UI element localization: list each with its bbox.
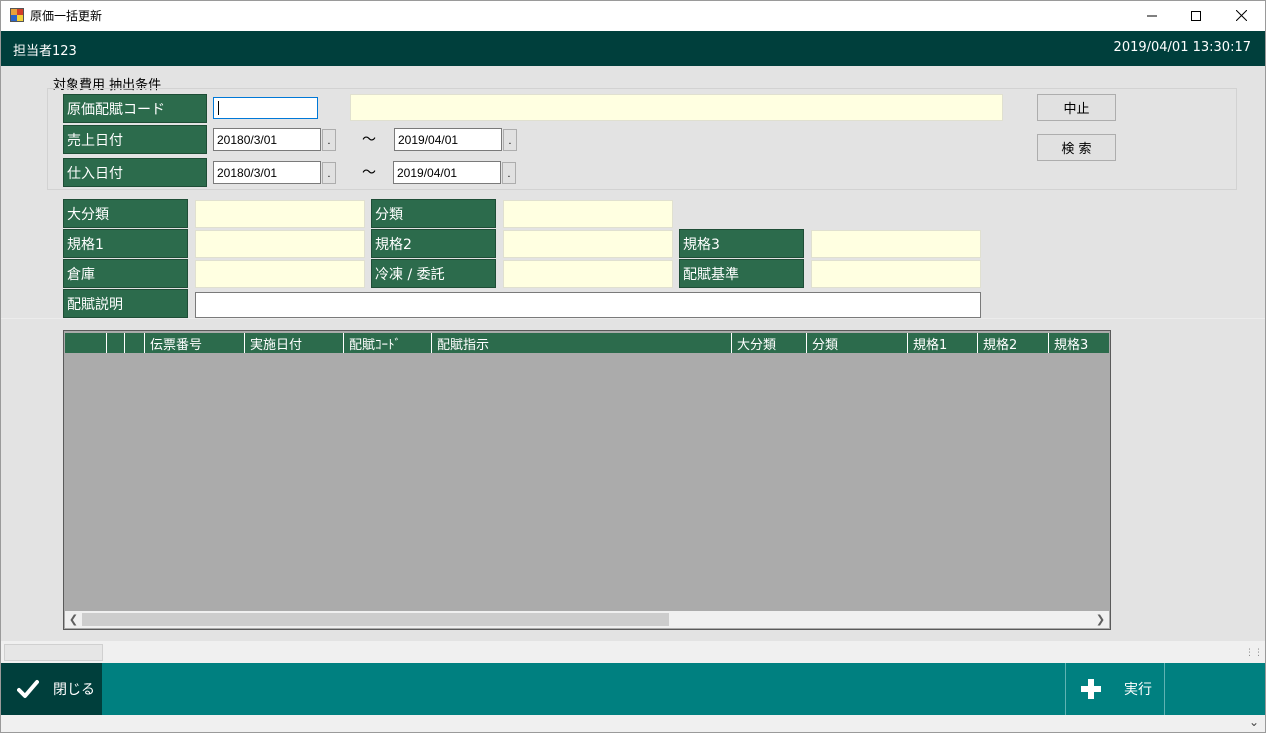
- resize-grip-icon[interactable]: ⋮⋮: [1245, 648, 1263, 658]
- column-header[interactable]: 規格1: [907, 333, 977, 353]
- major-category-label: 大分類: [63, 199, 188, 228]
- sales-date-to-input[interactable]: 2019/04/01: [394, 128, 502, 151]
- column-header[interactable]: [106, 333, 124, 353]
- column-header[interactable]: 分類: [806, 333, 907, 353]
- allocation-description-label: 配賦説明: [63, 289, 188, 318]
- column-header[interactable]: 配賦ｺｰﾄﾞ: [343, 333, 431, 353]
- check-icon: [17, 680, 39, 698]
- column-header[interactable]: 伝票番号: [144, 333, 244, 353]
- column-header[interactable]: [65, 333, 106, 353]
- purchase-date-to-picker-button[interactable]: .: [502, 162, 516, 184]
- purchase-date-to-input[interactable]: 2019/04/01: [393, 161, 501, 184]
- warehouse-label: 倉庫: [63, 259, 188, 288]
- column-header[interactable]: 配賦指示: [431, 333, 731, 353]
- frozen-consign-field[interactable]: [503, 260, 673, 288]
- major-category-field[interactable]: [195, 200, 365, 228]
- spec2-label: 規格2: [371, 229, 496, 258]
- purchase-date-from-input[interactable]: 20180/3/01: [213, 161, 321, 184]
- scroll-left-icon[interactable]: ❮: [65, 611, 82, 628]
- allocation-basis-label: 配賦基準: [679, 259, 804, 288]
- column-header[interactable]: 規格2: [977, 333, 1048, 353]
- cost-code-label: 原価配賦コード: [63, 94, 207, 123]
- maximize-button[interactable]: [1173, 0, 1219, 31]
- purchase-date-from-picker-button[interactable]: .: [322, 162, 336, 184]
- spec2-field[interactable]: [503, 230, 673, 258]
- allocation-basis-field[interactable]: [811, 260, 981, 288]
- minimize-icon: [1147, 15, 1157, 16]
- close-window-button[interactable]: [1218, 0, 1264, 31]
- text-cursor: [218, 101, 219, 115]
- column-header[interactable]: [124, 333, 144, 353]
- scroll-thumb[interactable]: [82, 613, 669, 626]
- spec1-field[interactable]: [195, 230, 365, 258]
- chevron-down-icon[interactable]: ⌄: [1249, 715, 1259, 729]
- separator: [1, 318, 1265, 319]
- close-button-label: 閉じる: [53, 682, 95, 698]
- category-field[interactable]: [503, 200, 673, 228]
- close-icon: [1235, 10, 1247, 21]
- allocation-description-input[interactable]: [195, 292, 981, 318]
- app-icon: [10, 8, 24, 22]
- datetime: 2019/04/01 13:30:17: [1113, 40, 1251, 55]
- spec3-label: 規格3: [679, 229, 804, 258]
- bottom-bar: ⌄: [1, 715, 1265, 732]
- minimize-button[interactable]: [1129, 0, 1175, 31]
- cancel-button[interactable]: 中止: [1037, 94, 1116, 121]
- status-strip: ⋮⋮: [1, 641, 1265, 663]
- sales-date-label: 売上日付: [63, 125, 207, 154]
- sales-date-from-input[interactable]: 20180/3/01: [213, 128, 321, 151]
- title-bar: 原価一括更新: [0, 0, 1266, 31]
- column-header[interactable]: 大分類: [731, 333, 806, 353]
- footer-bar: 閉じる 実行: [1, 663, 1265, 715]
- search-button[interactable]: 検 索: [1037, 134, 1116, 161]
- execute-button[interactable]: 実行: [1065, 663, 1165, 715]
- grid-horizontal-scrollbar[interactable]: ❮ ❯: [65, 611, 1109, 628]
- frozen-consign-label: 冷凍 / 委託: [371, 259, 496, 288]
- cost-code-input[interactable]: [213, 97, 318, 119]
- close-button[interactable]: 閉じる: [1, 663, 102, 715]
- sales-date-from-picker-button[interactable]: .: [322, 129, 336, 151]
- sales-date-to-picker-button[interactable]: .: [503, 129, 517, 151]
- plus-icon: [1081, 679, 1101, 699]
- results-grid[interactable]: 伝票番号 実施日付 配賦ｺｰﾄﾞ 配賦指示 大分類 分類 規格1 規格2 規格3…: [63, 330, 1111, 630]
- cost-code-name-display: [350, 94, 1003, 121]
- range-tilde: ～: [362, 132, 376, 148]
- grid-header: 伝票番号 実施日付 配賦ｺｰﾄﾞ 配賦指示 大分類 分類 規格1 規格2 規格3: [65, 333, 1109, 353]
- range-tilde: ～: [362, 165, 376, 181]
- spec1-label: 規格1: [63, 229, 188, 258]
- column-header[interactable]: 実施日付: [244, 333, 343, 353]
- scroll-right-icon[interactable]: ❯: [1092, 611, 1109, 628]
- spec3-field[interactable]: [811, 230, 981, 258]
- purchase-date-label: 仕入日付: [63, 158, 207, 187]
- user-bar: 担当者123 2019/04/01 13:30:17: [1, 31, 1265, 66]
- user-name: 担当者123: [13, 44, 77, 59]
- status-panel: [4, 644, 103, 661]
- warehouse-field[interactable]: [195, 260, 365, 288]
- column-header[interactable]: 規格3: [1048, 333, 1109, 353]
- window-title: 原価一括更新: [30, 9, 103, 23]
- category-label: 分類: [371, 199, 496, 228]
- maximize-icon: [1191, 10, 1201, 21]
- execute-button-label: 実行: [1124, 682, 1152, 698]
